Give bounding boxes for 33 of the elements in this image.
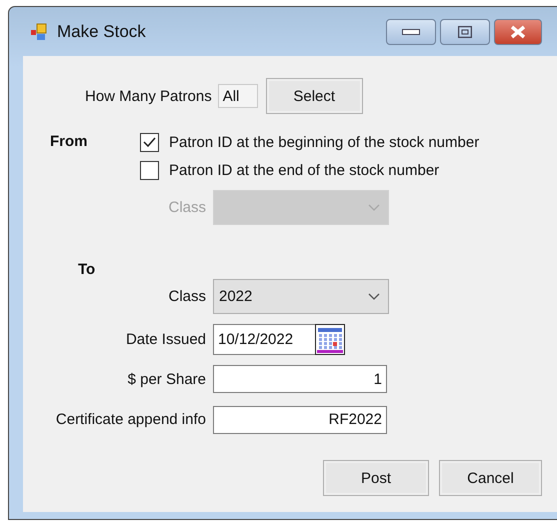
calendar-icon[interactable]: [315, 324, 345, 355]
minimize-icon: [402, 28, 420, 34]
field-label: Certificate append info: [56, 411, 206, 428]
close-button[interactable]: [494, 18, 542, 44]
checkbox[interactable]: [140, 161, 159, 180]
section-heading: To: [77, 261, 96, 278]
maximize-button[interactable]: [440, 18, 490, 44]
caret-icon: [368, 293, 380, 300]
minimize-button[interactable]: [386, 18, 436, 44]
checkbox-label: Patron ID at the beginning of the stock number: [169, 134, 480, 151]
field-label: Date Issued: [126, 331, 206, 348]
close-icon: [510, 24, 526, 38]
date-field[interactable]: 10/12/2022: [213, 324, 318, 355]
checkbox[interactable]: [140, 133, 159, 152]
section-heading: From: [49, 133, 88, 150]
dialog-button[interactable]: Post: [323, 460, 429, 496]
caret-icon: [368, 204, 380, 211]
dropdown-value: 2022: [219, 288, 252, 305]
dialog-button[interactable]: Cancel: [439, 460, 542, 496]
select-button[interactable]: Select: [266, 78, 363, 114]
field-label: Class: [168, 199, 206, 216]
field-label: $ per Share: [128, 370, 206, 388]
field-label: Class: [168, 288, 206, 305]
text-field[interactable]: 1: [213, 365, 387, 393]
window-title: Make Stock: [57, 22, 147, 42]
text-field[interactable]: RF2022: [213, 406, 387, 434]
checkmark-icon: [143, 137, 156, 148]
patrons-field: All: [218, 84, 258, 108]
checkbox-label: Patron ID at the end of the stock number: [169, 162, 440, 179]
app-icon: [29, 22, 49, 42]
maximize-icon: [458, 26, 472, 38]
class-dropdown[interactable]: 2022: [213, 279, 389, 314]
field-label: How Many Patrons: [85, 88, 212, 104]
